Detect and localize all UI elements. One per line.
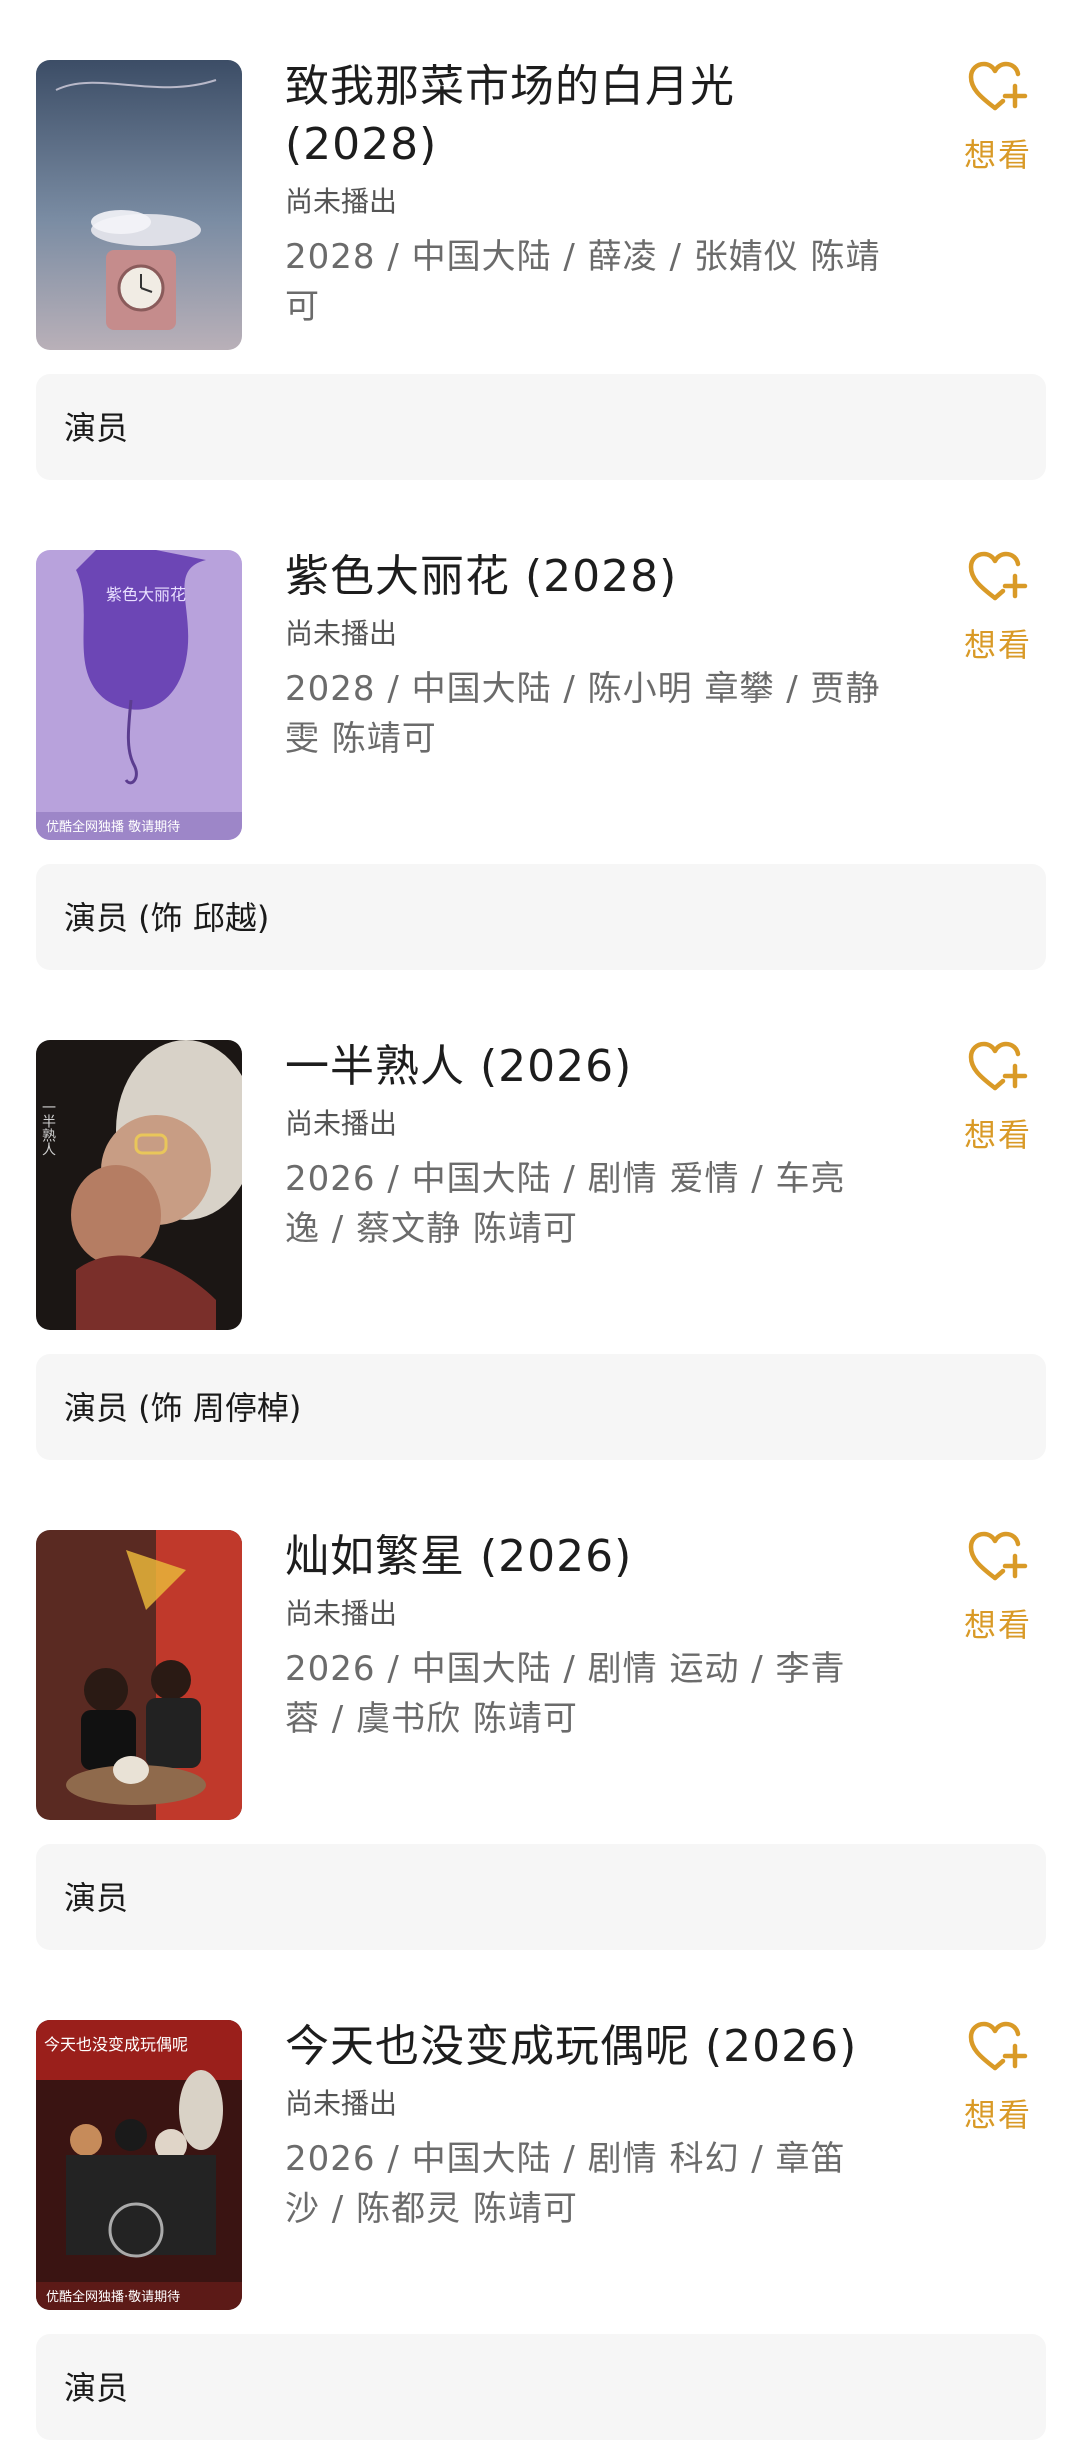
role-box[interactable]: 演员: [36, 1844, 1046, 1950]
meta-line: 沙 / 陈都灵 陈靖可: [285, 2189, 578, 2229]
heart-plus-icon: [968, 1531, 1028, 1581]
movie-title[interactable]: 灿如繁星 (2026): [285, 1528, 885, 1586]
release-status: 尚未播出: [285, 185, 398, 218]
want-to-watch-button[interactable]: 想看: [958, 2020, 1038, 2136]
heart-plus-icon: [968, 1041, 1028, 1091]
role-text: 演员 (饰 邱越): [64, 899, 270, 937]
meta-line: 2026 / 中国大陆 / 剧情 爱情 / 车亮: [285, 1159, 846, 1199]
release-status: 尚未播出: [285, 2087, 398, 2120]
stars-poster: [36, 1530, 242, 1820]
doll-poster: 今天也没变成玩偶呢 优酷全网独播·敬请期待: [36, 2020, 242, 2310]
role-box[interactable]: 演员 (饰 周停棹): [36, 1354, 1046, 1460]
moon-clock-poster: [36, 60, 242, 350]
release-status: 尚未播出: [285, 1107, 398, 1140]
meta-line: 2028 / 中国大陆 / 陈小明 章攀 / 贾静: [285, 669, 881, 709]
poster-caption: 优酷全网独播 敬请期待: [46, 819, 180, 835]
title-line: 今天也没变成玩偶呢 (2026): [285, 2021, 858, 2072]
role-text: 演员: [64, 409, 129, 447]
role-text: 演员: [64, 2369, 129, 2407]
want-label: 想看: [963, 1116, 1032, 1154]
want-to-watch-button[interactable]: 想看: [958, 60, 1038, 176]
movie-list: 致我那菜市场的白月光 (2028) 尚未播出 2028 / 中国大陆 / 薛凌 …: [0, 0, 1080, 2440]
title-line: 一半熟人 (2026): [285, 1041, 633, 1092]
list-item[interactable]: 今天也没变成玩偶呢 优酷全网独播·敬请期待 今天也没变成玩偶呢 (2026) 尚…: [0, 1960, 1080, 2450]
meta-line: 2028 / 中国大陆 / 薛凌 / 张婧仪 陈靖: [285, 237, 881, 277]
release-status: 尚未播出: [285, 617, 398, 650]
title-line: 致我那菜市场的白月光: [285, 61, 735, 112]
meta-line: 可: [285, 287, 320, 327]
movie-meta: 2026 / 中国大陆 / 剧情 运动 / 李青 蓉 / 虞书欣 陈靖可: [285, 1644, 885, 1744]
movie-meta: 2028 / 中国大陆 / 薛凌 / 张婧仪 陈靖 可: [285, 232, 885, 332]
role-box[interactable]: 演员: [36, 2334, 1046, 2440]
movie-title[interactable]: 一半熟人 (2026): [285, 1038, 885, 1096]
release-status: 尚未播出: [285, 1597, 398, 1630]
movie-title[interactable]: 致我那菜市场的白月光 (2028): [285, 58, 885, 174]
role-box[interactable]: 演员 (饰 邱越): [36, 864, 1046, 970]
movie-title[interactable]: 今天也没变成玩偶呢 (2026): [285, 2018, 885, 2076]
poster-caption: 优酷全网独播·敬请期待: [46, 2289, 180, 2305]
svg-text:紫色大丽花: 紫色大丽花: [106, 585, 186, 604]
want-to-watch-button[interactable]: 想看: [958, 1530, 1038, 1646]
couple-poster: 一半熟人: [36, 1040, 242, 1330]
poster-image[interactable]: 紫色大丽花 优酷全网独播 敬请期待: [36, 550, 242, 840]
poster-image[interactable]: 今天也没变成玩偶呢 优酷全网独播·敬请期待: [36, 2020, 242, 2310]
poster-image[interactable]: 一半熟人: [36, 1040, 242, 1330]
meta-line: 蓉 / 虞书欣 陈靖可: [285, 1699, 578, 1739]
list-item[interactable]: 一半熟人 一半熟人 (2026) 尚未播出 2026 / 中国大陆 / 剧情 爱…: [0, 980, 1080, 1470]
meta-line: 雯 陈靖可: [285, 719, 437, 759]
movie-meta: 2026 / 中国大陆 / 剧情 爱情 / 车亮 逸 / 蔡文静 陈靖可: [285, 1154, 885, 1254]
role-text: 演员: [64, 1879, 129, 1917]
poster-image[interactable]: [36, 1530, 242, 1820]
want-label: 想看: [963, 136, 1032, 174]
movie-title[interactable]: 紫色大丽花 (2028): [285, 548, 885, 606]
movie-meta: 2028 / 中国大陆 / 陈小明 章攀 / 贾静 雯 陈靖可: [285, 664, 885, 764]
want-to-watch-button[interactable]: 想看: [958, 550, 1038, 666]
list-item[interactable]: 灿如繁星 (2026) 尚未播出 2026 / 中国大陆 / 剧情 运动 / 李…: [0, 1470, 1080, 1960]
svg-text:一半熟人: 一半熟人: [40, 1100, 56, 1156]
role-text: 演员 (饰 周停棹): [64, 1389, 302, 1427]
svg-text:今天也没变成玩偶呢: 今天也没变成玩偶呢: [44, 2035, 188, 2054]
title-line: 灿如繁星 (2026): [285, 1531, 633, 1582]
want-label: 想看: [963, 1606, 1032, 1644]
role-box[interactable]: 演员: [36, 374, 1046, 480]
list-item[interactable]: 紫色大丽花 优酷全网独播 敬请期待 紫色大丽花 (2028) 尚未播出 2028…: [0, 490, 1080, 980]
movie-meta: 2026 / 中国大陆 / 剧情 科幻 / 章笛 沙 / 陈都灵 陈靖可: [285, 2134, 885, 2234]
want-label: 想看: [963, 626, 1032, 664]
want-to-watch-button[interactable]: 想看: [958, 1040, 1038, 1156]
list-item[interactable]: 致我那菜市场的白月光 (2028) 尚未播出 2028 / 中国大陆 / 薛凌 …: [0, 0, 1080, 490]
poster-image[interactable]: [36, 60, 242, 350]
meta-line: 2026 / 中国大陆 / 剧情 运动 / 李青: [285, 1649, 846, 1689]
heart-plus-icon: [968, 551, 1028, 601]
meta-line: 逸 / 蔡文静 陈靖可: [285, 1209, 578, 1249]
purple-dahlia-poster: 紫色大丽花 优酷全网独播 敬请期待: [36, 550, 242, 840]
title-line: 紫色大丽花 (2028): [285, 551, 678, 602]
heart-plus-icon: [968, 2021, 1028, 2071]
title-line: (2028): [285, 119, 438, 170]
want-label: 想看: [963, 2096, 1032, 2134]
meta-line: 2026 / 中国大陆 / 剧情 科幻 / 章笛: [285, 2139, 846, 2179]
heart-plus-icon: [968, 61, 1028, 111]
